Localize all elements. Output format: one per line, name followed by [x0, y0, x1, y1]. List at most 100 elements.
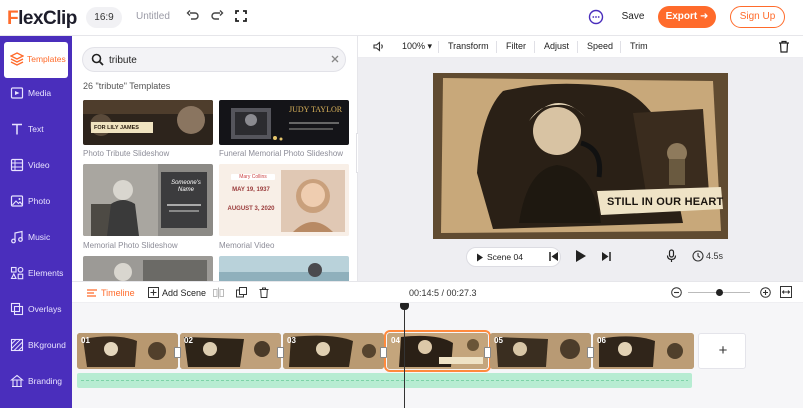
thumbnail-text: FOR LILY JAMES	[94, 125, 139, 131]
template-card-photo-tribute[interactable]: FOR LILY JAMES	[83, 100, 213, 145]
overlays-icon	[10, 302, 24, 316]
timeline-tab[interactable]: Timeline	[101, 288, 135, 298]
thumbnail-name: Mary Collins	[231, 174, 275, 180]
timeline-playhead[interactable]	[400, 303, 409, 408]
clip-number: 01	[81, 336, 90, 345]
text-icon	[10, 122, 24, 136]
top-bar: FlexClip 16:9 Untitled Save Export ➜ Sig…	[0, 0, 803, 36]
clear-search-icon[interactable]	[330, 54, 340, 64]
sidebar-item-label: Music	[28, 232, 51, 242]
timeline-clip-01[interactable]: 01	[77, 333, 178, 369]
zoom-slider-knob[interactable]	[715, 289, 723, 296]
clip-number: 06	[597, 336, 606, 345]
template-card-memorial-slideshow[interactable]: Someone's Name	[83, 164, 213, 236]
fit-timeline-icon[interactable]	[780, 286, 792, 298]
transition-handle[interactable]	[587, 347, 594, 358]
preview-stage: STILL IN OUR HEART Scene 04 4.5s	[358, 58, 803, 281]
transition-handle[interactable]	[277, 347, 284, 358]
aspect-ratio-button[interactable]: 16:9	[86, 7, 122, 28]
save-button[interactable]: Save	[614, 6, 652, 28]
transition-handle[interactable]	[484, 347, 491, 358]
scene-duration[interactable]: 4.5s	[706, 251, 723, 261]
add-scene-button[interactable]: Add Scene	[162, 288, 206, 298]
template-search-box[interactable]	[82, 47, 346, 72]
clip-thumbnail	[593, 333, 694, 369]
add-scene-icon	[148, 287, 159, 298]
divider	[438, 41, 439, 53]
redo-icon[interactable]	[210, 9, 226, 25]
sidebar-item-branding[interactable]: Branding	[0, 364, 72, 400]
split-icon[interactable]	[213, 287, 224, 299]
volume-icon[interactable]	[372, 40, 385, 53]
timeline-zoom-slider[interactable]	[688, 289, 750, 296]
add-clip-button[interactable]: +	[698, 333, 746, 369]
sidebar-item-overlays[interactable]: Overlays	[0, 292, 72, 328]
sidebar-item-bkground[interactable]: BKground	[0, 328, 72, 364]
delete-icon[interactable]	[778, 40, 790, 53]
template-card-partial[interactable]	[83, 256, 213, 281]
fullscreen-icon[interactable]	[234, 9, 250, 25]
sign-up-button[interactable]: Sign Up	[730, 6, 785, 28]
previous-scene-icon[interactable]	[548, 251, 559, 262]
search-icon	[91, 53, 104, 66]
scene-play-button[interactable]: Scene 04	[466, 247, 561, 267]
sidebar-item-video[interactable]: Video	[0, 148, 72, 184]
template-thumbnail	[83, 164, 213, 236]
undo-icon[interactable]	[186, 9, 202, 25]
transition-handle[interactable]	[174, 347, 181, 358]
photo-icon	[10, 194, 24, 208]
template-caption: Photo Tribute Slideshow	[83, 149, 170, 158]
microphone-icon[interactable]	[666, 249, 677, 263]
audio-waveform	[81, 380, 688, 381]
sidebar-item-elements[interactable]: Elements	[0, 256, 72, 292]
timeline-time: 00:14:5 / 00:27.3	[409, 288, 477, 298]
template-card-memorial-video[interactable]: Mary Collins MAY 19, 1937 AUGUST 3, 2020	[219, 164, 349, 236]
clock-icon	[692, 250, 704, 262]
transition-handle[interactable]	[380, 347, 387, 358]
search-input[interactable]	[109, 52, 319, 68]
divider	[577, 41, 578, 53]
playhead-handle[interactable]	[400, 303, 409, 310]
timeline-clip-03[interactable]: 03	[283, 333, 384, 369]
export-button[interactable]: Export ➜	[658, 6, 716, 28]
thumbnail-text: Someone's Name	[171, 180, 201, 193]
sidebar-item-text[interactable]: Text	[0, 112, 72, 148]
project-title[interactable]: Untitled	[136, 11, 170, 22]
sidebar-item-music[interactable]: Music	[0, 220, 72, 256]
elements-icon	[10, 266, 24, 280]
timeline-clip-05[interactable]: 05	[490, 333, 591, 369]
zoom-dropdown[interactable]: 100% ▾	[402, 41, 432, 52]
branding-icon	[10, 374, 24, 388]
chat-icon[interactable]	[588, 9, 604, 25]
sidebar-item-label: Text	[28, 124, 44, 134]
timeline-clip-06[interactable]: 06	[593, 333, 694, 369]
duplicate-icon[interactable]	[236, 287, 247, 298]
media-icon	[10, 86, 24, 100]
delete-scene-icon[interactable]	[259, 287, 269, 298]
template-card-partial[interactable]	[219, 256, 349, 281]
scene-label: Scene 04	[487, 252, 523, 262]
next-scene-icon[interactable]	[601, 251, 612, 262]
play-pause-icon[interactable]	[574, 249, 587, 263]
tool-speed[interactable]: Speed	[587, 41, 613, 51]
flexclip-logo[interactable]: FlexClip	[7, 8, 77, 30]
tool-adjust[interactable]: Adjust	[544, 41, 569, 51]
sidebar-item-photo[interactable]: Photo	[0, 184, 72, 220]
video-icon	[10, 158, 24, 172]
thumbnail-text: JUDY TAYLOR	[289, 105, 343, 114]
music-icon	[10, 230, 24, 244]
zoom-in-icon[interactable]	[760, 287, 771, 298]
tool-transform[interactable]: Transform	[448, 41, 489, 51]
timeline-clip-04[interactable]: 04	[384, 330, 491, 372]
clip-thumbnail	[387, 333, 488, 369]
video-preview[interactable]: STILL IN OUR HEART	[433, 73, 728, 239]
timeline-clip-02[interactable]: 02	[180, 333, 281, 369]
sidebar-item-media[interactable]: Media	[0, 76, 72, 112]
template-thumbnail	[83, 256, 213, 281]
audio-track[interactable]	[77, 373, 692, 388]
zoom-out-icon[interactable]	[671, 287, 682, 298]
tool-trim[interactable]: Trim	[630, 41, 648, 51]
template-card-funeral-memorial[interactable]: JUDY TAYLOR	[219, 100, 349, 145]
sidebar-item-templates[interactable]: Templates	[4, 42, 68, 78]
tool-filter[interactable]: Filter	[506, 41, 526, 51]
